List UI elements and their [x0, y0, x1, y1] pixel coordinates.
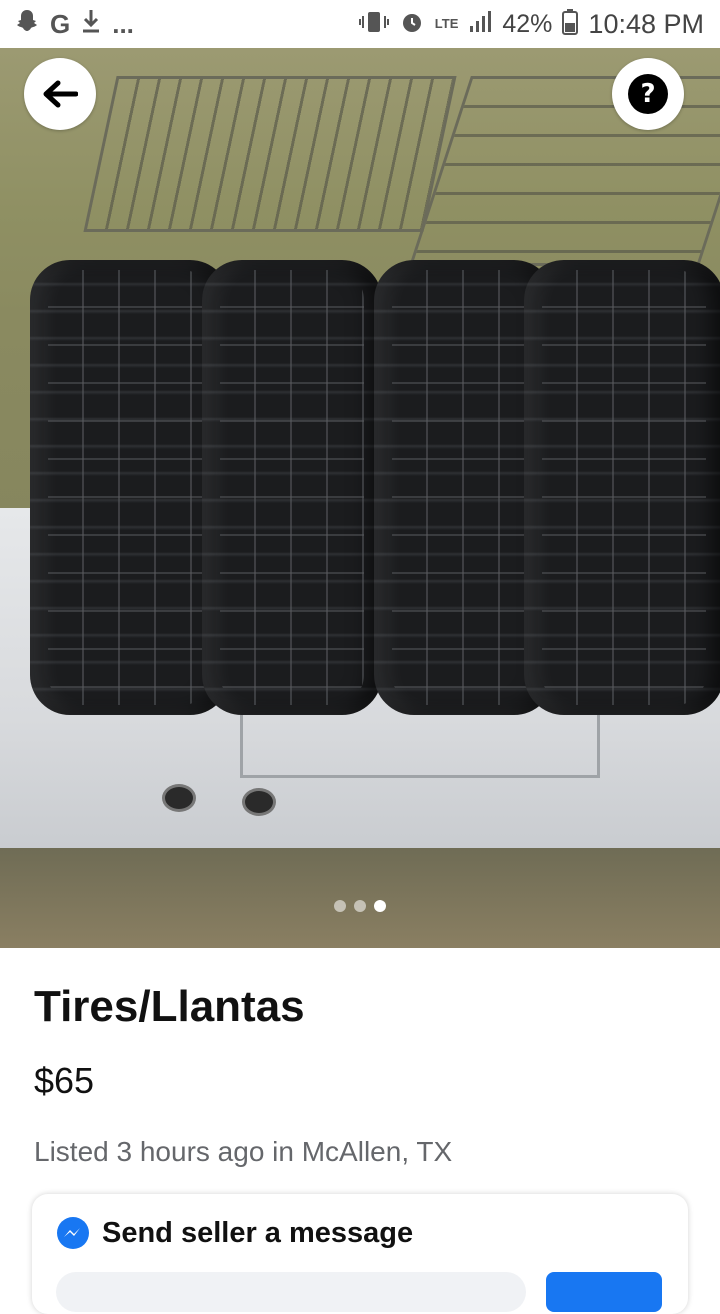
alarm-icon	[399, 9, 425, 40]
page-dot-active[interactable]	[374, 900, 386, 912]
send-message-header: Send seller a message	[56, 1216, 413, 1250]
photo-ground	[0, 848, 720, 948]
listing-photo[interactable]	[0, 48, 720, 948]
send-message-title: Send seller a message	[102, 1216, 414, 1249]
lte-indicator: LTE	[434, 16, 459, 31]
status-bar-left: G ...	[14, 8, 134, 41]
more-notifications: ...	[112, 8, 134, 39]
send-button[interactable]	[546, 1272, 662, 1312]
question-mark-icon: ?	[628, 74, 668, 114]
listing-title: Tires/Llantas	[34, 982, 305, 1031]
clock: 10:48 PM	[588, 8, 704, 39]
arrow-left-icon	[43, 80, 78, 108]
listing-meta: Listed 3 hours ago in McAllen, TX	[34, 1136, 453, 1167]
signal-icon	[468, 10, 492, 39]
download-icon	[80, 8, 102, 41]
back-button[interactable]	[24, 58, 96, 130]
listing-details: Tires/Llantas $65 Listed 3 hours ago in …	[0, 948, 720, 1314]
status-bar-right: LTE 42% 10:48 PM	[358, 8, 704, 40]
page-dot[interactable]	[334, 900, 346, 912]
help-button[interactable]: ?	[612, 58, 684, 130]
photo-slab-hole	[162, 784, 196, 812]
vibrate-mute-icon	[358, 9, 389, 40]
messenger-icon	[57, 1217, 89, 1249]
photo-tires	[30, 260, 720, 715]
photo-gate-left	[83, 76, 457, 232]
photo-slab-hole	[242, 788, 276, 816]
snapchat-icon	[14, 8, 40, 41]
listing-price: $65	[34, 1060, 95, 1101]
page-dot[interactable]	[354, 900, 366, 912]
photo-tire	[202, 260, 382, 715]
message-input[interactable]	[56, 1272, 526, 1312]
photo-pagination	[334, 900, 386, 912]
google-icon: G	[50, 8, 71, 39]
send-message-card: Send seller a message	[32, 1194, 688, 1314]
status-bar: G ... LTE 42% 10:48 PM	[0, 0, 720, 48]
photo-tire	[30, 260, 230, 715]
photo-tire	[524, 260, 720, 715]
battery-icon	[562, 8, 579, 40]
battery-percent: 42%	[502, 9, 553, 38]
